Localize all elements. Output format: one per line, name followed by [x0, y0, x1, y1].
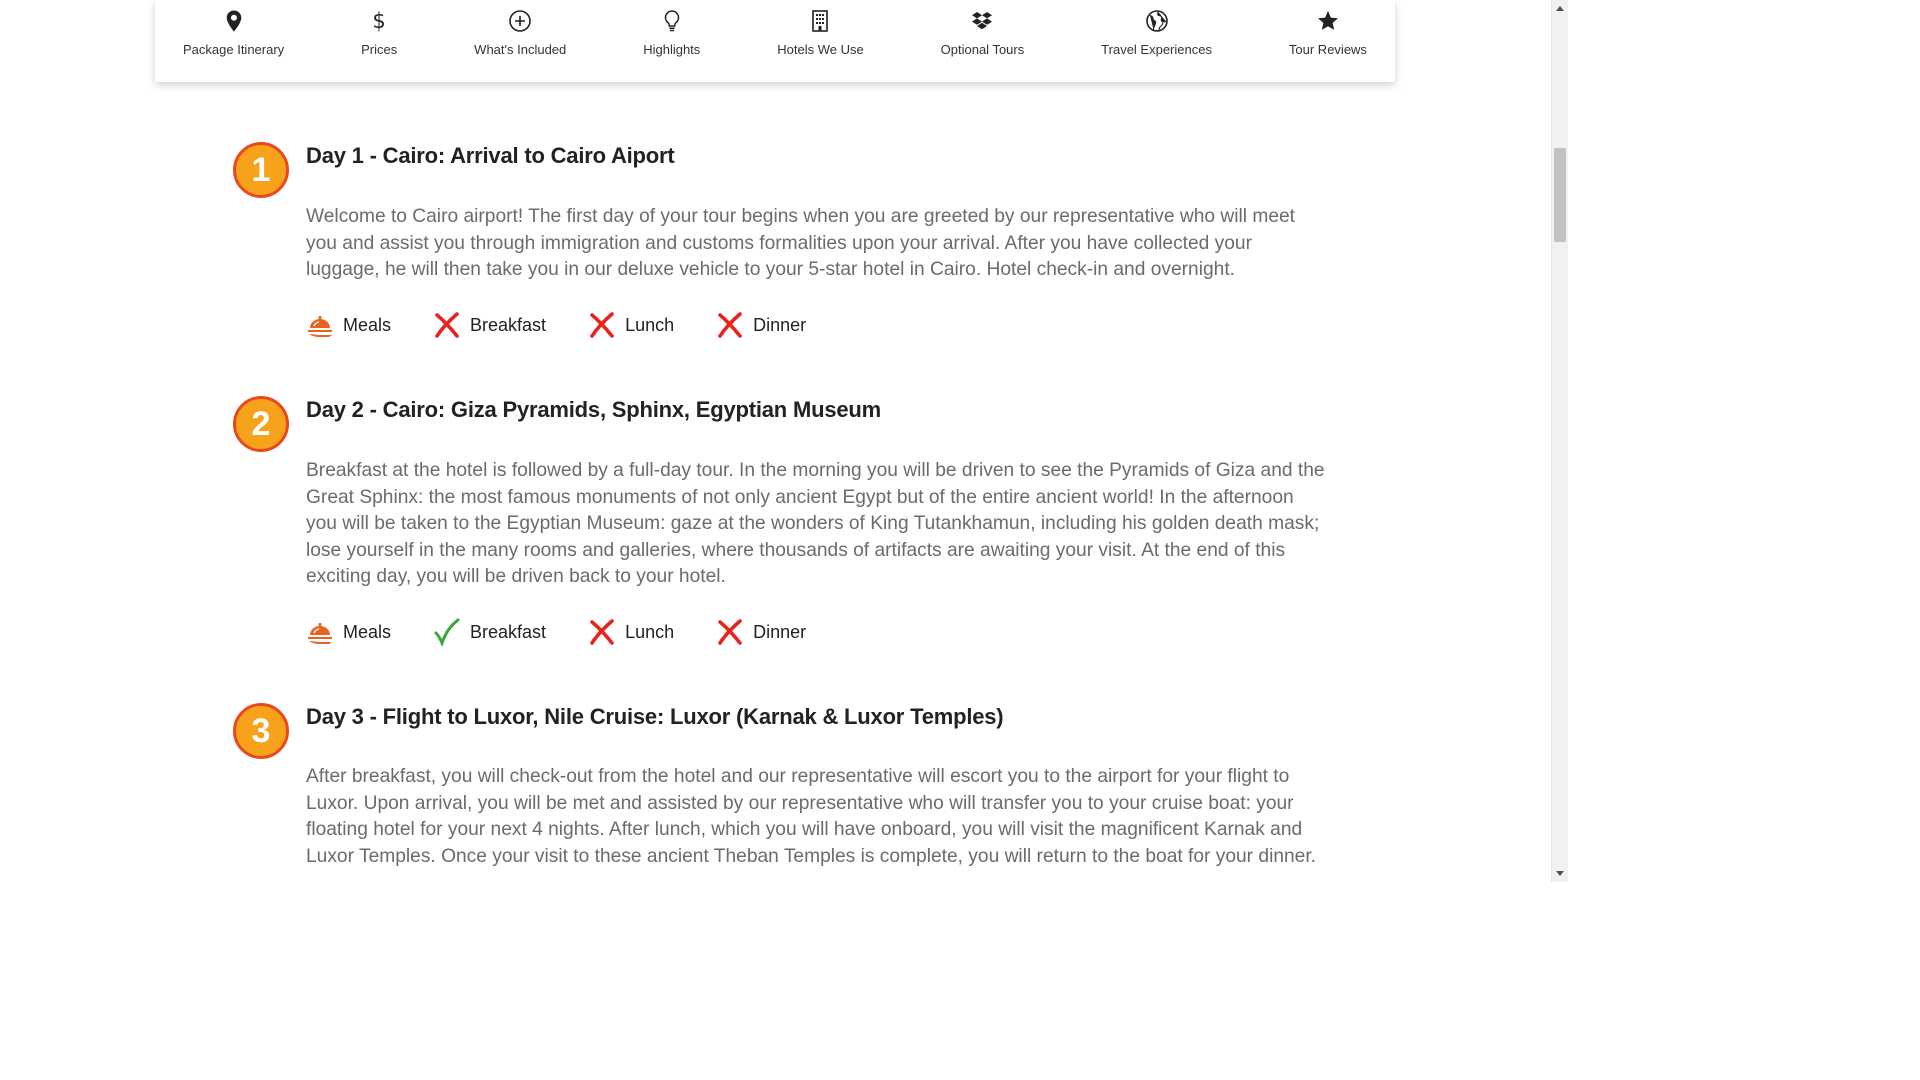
day-number-badge: 3 — [233, 703, 289, 759]
day-number-badge: 1 — [233, 142, 289, 198]
nav-travel-experiences[interactable]: Travel Experiences — [1101, 0, 1212, 57]
nav-tour-reviews[interactable]: Tour Reviews — [1289, 0, 1367, 57]
dollar-icon: $ — [372, 9, 385, 33]
meal-lunch: Lunch — [588, 618, 674, 646]
scroll-thumb[interactable] — [1554, 148, 1566, 242]
day-description: After breakfast, you will check-out from… — [306, 766, 1317, 867]
tour-nav-bar: Package Itinerary $ Prices What's Includ… — [155, 0, 1395, 82]
dropbox-icon — [972, 12, 993, 30]
day-description: Welcome to Cairo airport! The first day … — [306, 206, 1295, 280]
page-scrollbar[interactable] — [1551, 0, 1568, 882]
scroll-down-arrow-icon[interactable] — [1552, 866, 1568, 882]
meal-lunch-label: Lunch — [625, 621, 675, 642]
plus-circle-icon — [509, 10, 532, 32]
meal-dinner-label: Dinner — [753, 314, 807, 335]
nav-label: Travel Experiences — [1101, 42, 1212, 57]
building-icon — [812, 10, 829, 32]
nav-prices[interactable]: $ Prices — [361, 0, 397, 57]
nav-highlights[interactable]: Highlights — [643, 0, 700, 57]
meals-label-item: Meals — [306, 618, 391, 646]
meal-breakfast-label: Breakfast — [470, 314, 547, 335]
nav-hotels-we-use[interactable]: Hotels We Use — [777, 0, 864, 57]
nav-whats-included[interactable]: What's Included — [474, 0, 566, 57]
meals-row: Meals Breakfast Lunch Dinner — [306, 310, 848, 340]
cross-icon — [718, 619, 742, 645]
cloche-meal-icon — [308, 623, 332, 644]
day-number-badge: 2 — [233, 396, 289, 452]
globe-icon — [1145, 10, 1168, 32]
nav-label: Package Itinerary — [183, 42, 285, 57]
meal-lunch-label: Lunch — [625, 314, 675, 335]
meals-label: Meals — [343, 621, 392, 642]
meal-dinner-label: Dinner — [753, 621, 807, 642]
nav-label: Tour Reviews — [1288, 42, 1367, 57]
meal-dinner: Dinner — [716, 311, 806, 339]
cross-icon — [590, 312, 614, 338]
nav-label: Optional Tours — [940, 42, 1025, 57]
day-title: Day 3 - Flight to Luxor, Nile Cruise: Lu… — [306, 704, 1004, 729]
lightbulb-icon — [664, 10, 680, 32]
meal-breakfast: Breakfast — [433, 311, 546, 339]
nav-package-itinerary[interactable]: Package Itinerary — [183, 0, 284, 57]
cloche-meal-icon — [308, 316, 332, 337]
cross-icon — [590, 619, 614, 645]
nav-optional-tours[interactable]: Optional Tours — [940, 0, 1025, 57]
map-pin-icon — [226, 10, 241, 32]
checkmark-icon — [434, 618, 460, 646]
meals-row: Meals Breakfast Lunch Dinner — [306, 617, 848, 647]
page: Package Itinerary $ Prices What's Includ… — [0, 0, 1568, 882]
day-title: Day 2 - Cairo: Giza Pyramids, Sphinx, Eg… — [306, 397, 881, 422]
scroll-up-arrow-icon[interactable] — [1552, 0, 1568, 16]
meal-dinner: Dinner — [716, 618, 806, 646]
meal-lunch: Lunch — [588, 311, 674, 339]
nav-label: Highlights — [643, 42, 701, 57]
meal-breakfast: Breakfast — [433, 618, 546, 646]
day-description: Breakfast at the hotel is followed by a … — [306, 460, 1325, 587]
star-icon — [1317, 11, 1338, 30]
cross-icon — [718, 312, 742, 338]
nav-label: What's Included — [474, 42, 567, 57]
cross-icon — [435, 312, 459, 338]
meals-label-item: Meals — [306, 311, 391, 339]
svg-text:$: $ — [372, 9, 385, 33]
meal-breakfast-label: Breakfast — [470, 621, 547, 642]
day-title: Day 1 - Cairo: Arrival to Cairo Aiport — [306, 143, 675, 168]
nav-label: Hotels We Use — [777, 42, 864, 57]
meals-label: Meals — [343, 314, 392, 335]
nav-label: Prices — [361, 42, 398, 57]
